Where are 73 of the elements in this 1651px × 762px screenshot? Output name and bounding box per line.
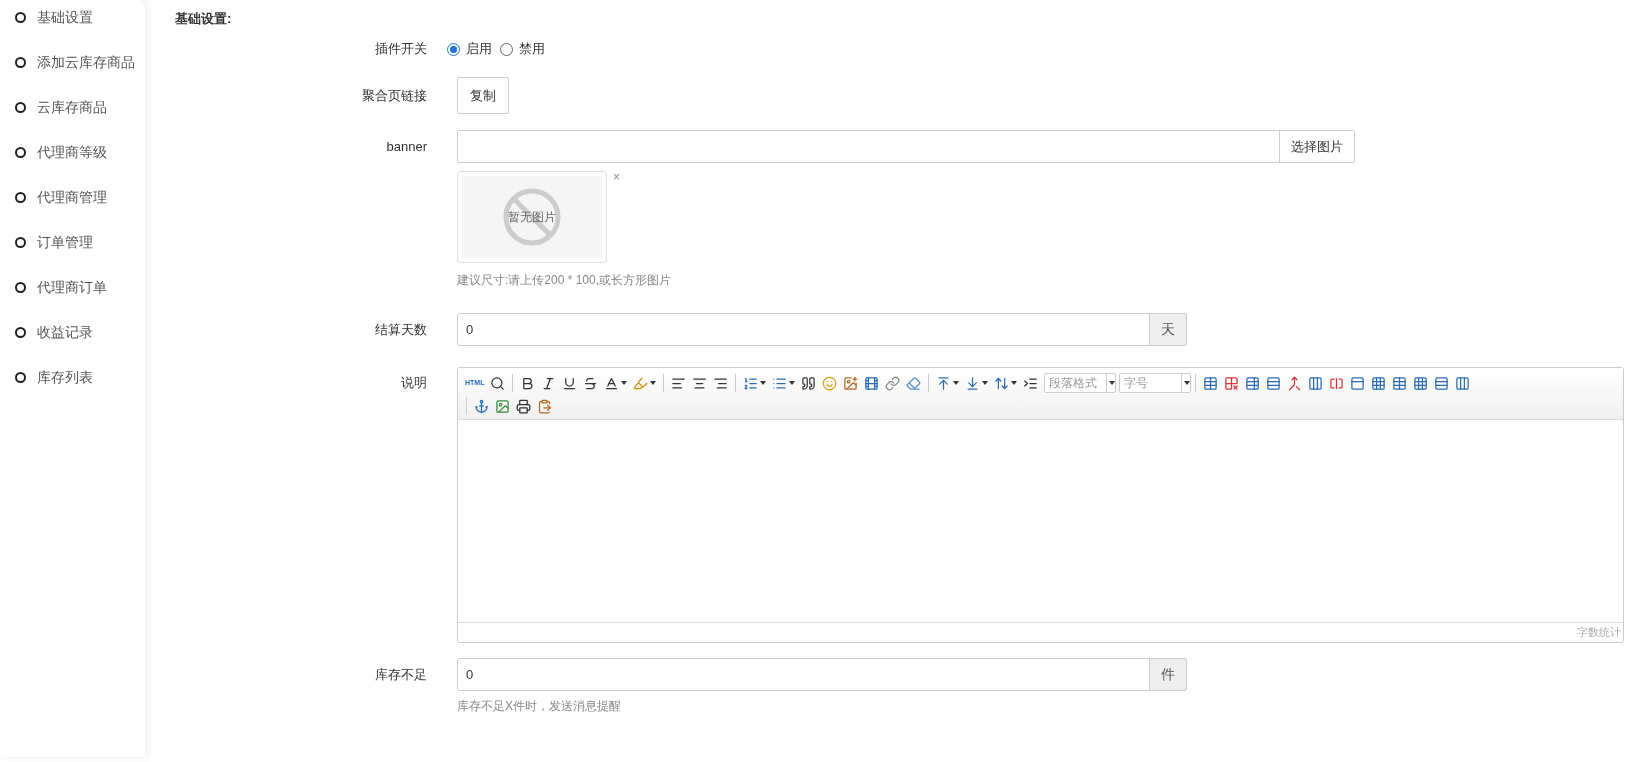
quote-icon[interactable]	[801, 375, 817, 391]
table-properties-icon[interactable]	[1245, 375, 1261, 391]
field-label: 结算天数	[375, 322, 427, 337]
paste-icon[interactable]	[537, 398, 552, 414]
sidebar-item[interactable]: 云库存商品	[0, 85, 145, 130]
field-label: 插件开关	[375, 41, 427, 57]
sidebar-item[interactable]: 库存列表	[0, 355, 145, 400]
no-image-text: 暂无图片	[508, 209, 556, 226]
caret-icon	[982, 381, 989, 385]
sidebar-item[interactable]: 添加云库存商品	[0, 40, 145, 85]
image-icon[interactable]	[843, 375, 859, 391]
field-label: 说明	[401, 375, 427, 390]
section-title: 基础设置:	[175, 10, 232, 28]
radio-option[interactable]: 启用	[447, 39, 492, 59]
caret-icon	[1109, 381, 1116, 385]
grid-icon[interactable]	[1413, 375, 1429, 391]
sidebar-item[interactable]: 代理商管理	[0, 175, 145, 220]
caret-icon	[953, 381, 960, 385]
rows-icon[interactable]	[1434, 375, 1450, 391]
copy-button[interactable]: 复制	[457, 77, 509, 114]
line-height-icon[interactable]	[994, 375, 1010, 391]
align-left-icon[interactable]	[671, 375, 687, 391]
delete-table-icon[interactable]	[1224, 375, 1240, 391]
table-icon[interactable]	[1203, 375, 1219, 391]
strikethrough-icon[interactable]	[583, 375, 599, 391]
insert-column-icon[interactable]	[1308, 375, 1324, 391]
insert-row-icon[interactable]	[1266, 375, 1282, 391]
caret-icon	[1184, 381, 1191, 385]
grid-icon[interactable]	[1371, 375, 1387, 391]
underline-icon[interactable]	[562, 375, 578, 391]
split-icon[interactable]	[1329, 375, 1345, 391]
field-label: 聚合页链接	[362, 88, 427, 103]
unit-addon: 件	[1150, 658, 1187, 691]
bullet-list-icon[interactable]	[772, 375, 788, 391]
field-label: banner	[386, 139, 427, 154]
unit-addon: 天	[1150, 313, 1187, 346]
indent-icon[interactable]	[1023, 375, 1039, 391]
no-image-icon	[503, 188, 561, 246]
caret-icon	[760, 381, 767, 385]
sidebar-item[interactable]: 基础设置	[0, 0, 145, 40]
remove-button[interactable]: ×	[613, 171, 620, 183]
italic-icon[interactable]	[541, 375, 557, 391]
font-color-icon[interactable]	[604, 375, 620, 391]
sidebar-item[interactable]: 代理商订单	[0, 265, 145, 310]
search-icon[interactable]	[490, 375, 506, 391]
caret-icon	[1011, 381, 1018, 385]
ordered-list-icon[interactable]	[743, 375, 759, 391]
caret-icon	[789, 381, 796, 385]
radio-option[interactable]: 禁用	[500, 39, 545, 59]
anchor-icon[interactable]	[474, 398, 489, 414]
input-field[interactable]: 0	[457, 313, 1150, 346]
align-center-icon[interactable]	[692, 375, 708, 391]
sidebar-item[interactable]: 订单管理	[0, 220, 145, 265]
printer-icon[interactable]	[516, 398, 531, 414]
caret-icon	[621, 381, 628, 385]
caret-icon	[650, 381, 657, 385]
film-icon[interactable]	[864, 375, 880, 391]
link-icon[interactable]	[885, 375, 901, 391]
field-label: 库存不足	[375, 667, 427, 682]
eraser-icon[interactable]	[906, 375, 922, 391]
hint-text: 库存不足X件时，发送消息提醒	[457, 698, 621, 715]
merge-icon[interactable]	[1287, 375, 1303, 391]
columns-icon[interactable]	[1455, 375, 1471, 391]
align-right-icon[interactable]	[713, 375, 729, 391]
sidebar-item[interactable]: 收益记录	[0, 310, 145, 355]
table-icon[interactable]	[1392, 375, 1408, 391]
hint-text: 建议尺寸:请上传200 * 100,或长方形图片	[457, 272, 672, 289]
highlighter-icon[interactable]	[633, 375, 649, 391]
input-field[interactable]: 0	[457, 658, 1150, 691]
sidebar-item[interactable]: 代理商等级	[0, 130, 145, 175]
panel-icon[interactable]	[1350, 375, 1366, 391]
word-count-text: 字数统计	[1577, 625, 1621, 641]
image-icon[interactable]	[495, 398, 510, 414]
